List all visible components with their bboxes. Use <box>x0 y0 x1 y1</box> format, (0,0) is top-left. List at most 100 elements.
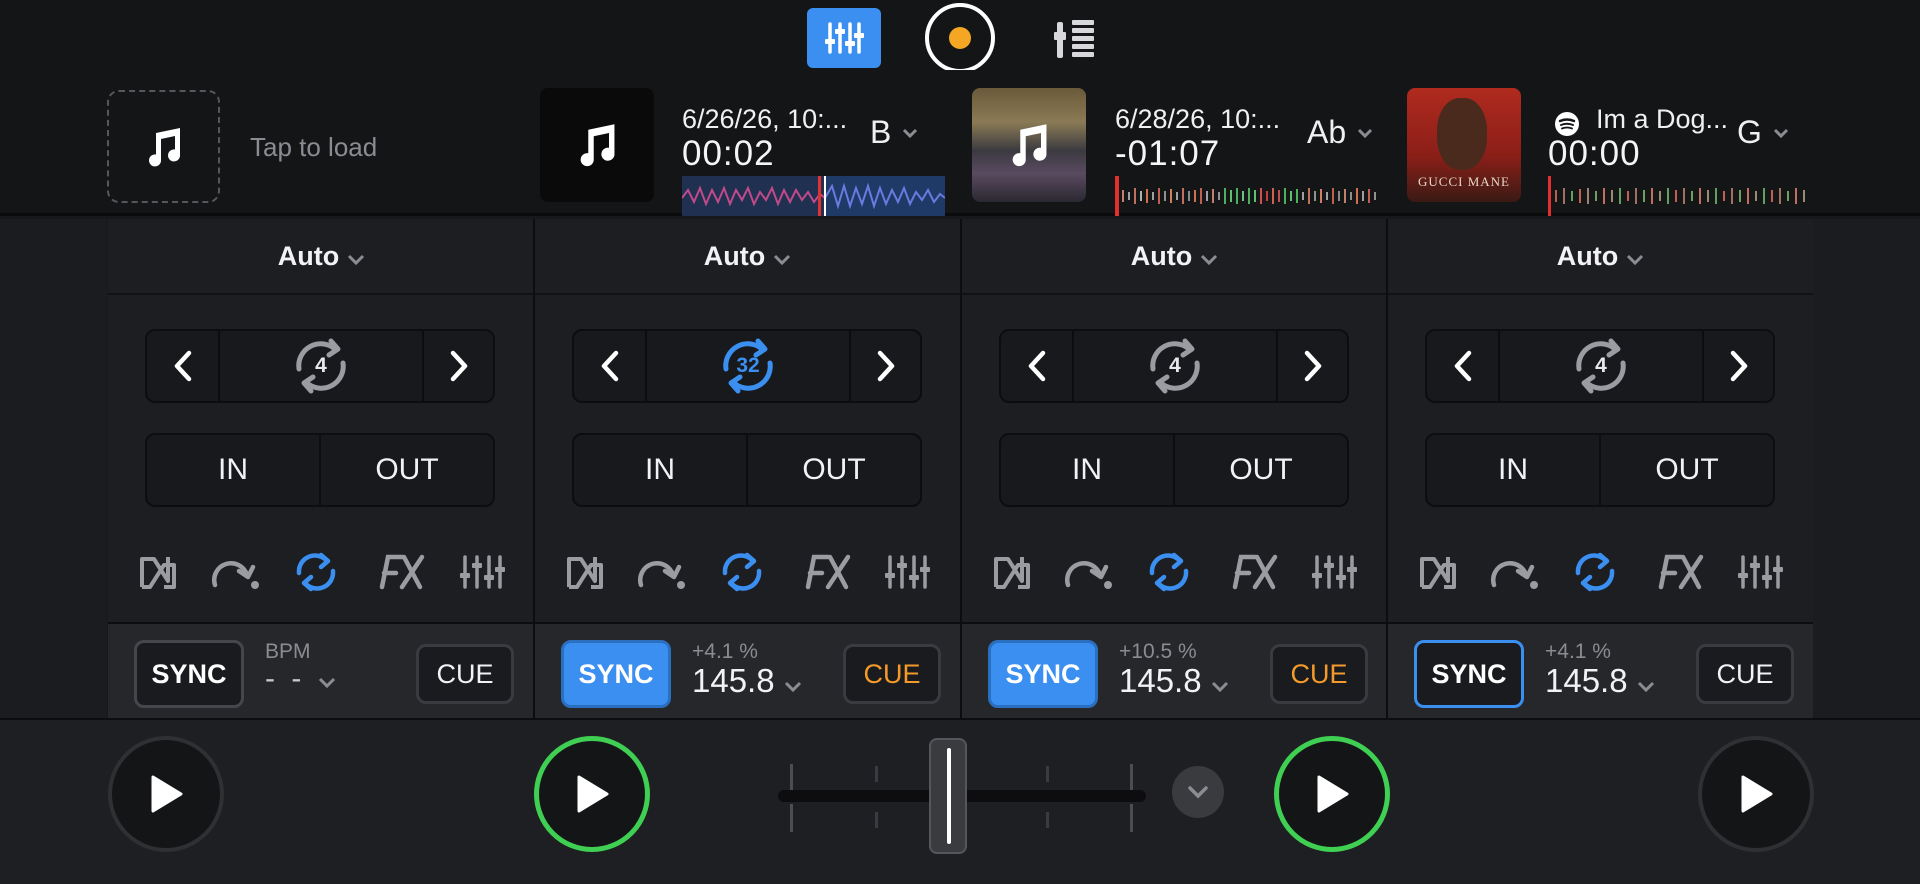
album-art[interactable] <box>540 88 654 202</box>
skip-icon[interactable] <box>637 553 687 591</box>
play-icon <box>151 775 183 813</box>
loop-toggle-button[interactable]: 32 <box>647 331 849 401</box>
cue-button[interactable]: CUE <box>843 644 941 704</box>
loop-halve-button[interactable] <box>147 331 220 401</box>
chevron-left-icon <box>1028 350 1045 382</box>
loop-out-button[interactable]: OUT <box>1601 435 1773 505</box>
tap-to-load-label[interactable]: Tap to load <box>250 132 377 163</box>
deck-header-a[interactable]: 6/26/26, 10:... 00:02 B <box>540 88 950 216</box>
neural-mix-icon[interactable] <box>992 553 1032 591</box>
bpm-value[interactable]: 145.8 <box>692 662 802 700</box>
loop-toggle-button[interactable]: 4 <box>220 331 422 401</box>
loop-toggle-button[interactable]: 4 <box>1074 331 1276 401</box>
eq-sliders-icon[interactable] <box>1311 553 1357 591</box>
mode-label: Auto <box>277 240 340 271</box>
play-button-deck-1[interactable] <box>108 736 224 852</box>
play-button-deck-2[interactable] <box>534 736 650 852</box>
play-button-deck-3[interactable] <box>1274 736 1390 852</box>
album-art[interactable] <box>972 88 1086 202</box>
crossfader-handle[interactable] <box>929 738 967 854</box>
bpm-value[interactable]: 145.8 <box>1119 662 1229 700</box>
neural-mix-icon[interactable] <box>138 553 178 591</box>
deck-sync-row: SYNC +4.1 % 145.8 CUE <box>535 622 960 718</box>
waveform[interactable] <box>1115 176 1380 216</box>
loop-halve-button[interactable] <box>1001 331 1074 401</box>
fx-icon[interactable] <box>372 553 426 591</box>
sync-button[interactable]: SYNC <box>988 640 1098 708</box>
chevron-down-icon <box>1211 681 1228 693</box>
loop-roll-icon[interactable] <box>293 551 339 593</box>
record-button[interactable] <box>923 3 997 73</box>
skip-icon[interactable] <box>1064 553 1114 591</box>
chevron-down-icon <box>1773 128 1789 138</box>
neural-mix-icon[interactable] <box>565 553 605 591</box>
sync-button[interactable]: SYNC <box>1414 640 1524 708</box>
mode-selector[interactable]: Auto <box>535 219 960 295</box>
loop-double-button[interactable] <box>849 331 920 401</box>
mixer-view-button[interactable] <box>807 8 881 68</box>
bpm-value[interactable]: 145.8 <box>1545 662 1655 700</box>
mode-selector[interactable]: Auto <box>962 219 1387 295</box>
loop-in-button[interactable]: IN <box>574 435 748 505</box>
track-time: 00:02 <box>682 134 775 173</box>
music-note-icon <box>1012 124 1047 167</box>
skip-icon[interactable] <box>211 553 261 591</box>
crossfader-options-button[interactable] <box>1172 766 1224 818</box>
fx-icon[interactable] <box>798 553 852 591</box>
loop-double-button[interactable] <box>1702 331 1773 401</box>
track-key[interactable]: G <box>1737 114 1762 151</box>
loop-in-button[interactable]: IN <box>1001 435 1175 505</box>
chevron-down-icon <box>318 677 335 689</box>
chevron-down-icon <box>774 254 791 265</box>
loop-out-button[interactable]: OUT <box>321 435 493 505</box>
deck-header-b[interactable]: 6/28/26, 10:... -01:07 Ab <box>972 88 1382 216</box>
loop-in-button[interactable]: IN <box>147 435 321 505</box>
neural-mix-icon[interactable] <box>1418 553 1458 591</box>
loop-roll-icon[interactable] <box>1572 551 1618 593</box>
loop-out-button[interactable]: OUT <box>748 435 920 505</box>
track-key[interactable]: B <box>870 114 891 151</box>
chevron-down-icon <box>348 254 365 265</box>
waveform[interactable] <box>1548 176 1813 216</box>
deck-column-2: Auto 32 IN OUT SYNC +4.1 % 145.8 CUE <box>533 219 960 718</box>
mixer-sliders-icon <box>825 22 864 54</box>
bpm-value[interactable]: - - <box>265 662 336 696</box>
cue-button[interactable]: CUE <box>416 644 514 704</box>
sync-button[interactable]: SYNC <box>561 640 671 708</box>
fx-icon[interactable] <box>1225 553 1279 591</box>
track-key[interactable]: Ab <box>1307 114 1346 151</box>
deck-header-c[interactable]: GUCCI MANE Im a Dog... 00:00 G <box>1407 88 1817 216</box>
waveform[interactable] <box>682 176 945 216</box>
loop-toggle-button[interactable]: 4 <box>1500 331 1702 401</box>
library-view-button[interactable] <box>1038 8 1112 68</box>
cue-button[interactable]: CUE <box>1270 644 1368 704</box>
eq-sliders-icon[interactable] <box>459 553 505 591</box>
fx-icon[interactable] <box>1651 553 1705 591</box>
pitch-percent: +4.1 % <box>692 640 758 663</box>
sync-button[interactable]: SYNC <box>134 640 244 708</box>
loop-roll-icon[interactable] <box>719 551 765 593</box>
mode-selector[interactable]: Auto <box>108 219 535 295</box>
chevron-down-icon <box>1188 786 1208 799</box>
loop-halve-button[interactable] <box>574 331 647 401</box>
loop-in-out: IN OUT <box>1425 433 1775 507</box>
empty-deck-slot[interactable] <box>107 90 220 203</box>
loop-double-button[interactable] <box>422 331 493 401</box>
loop-out-button[interactable]: OUT <box>1175 435 1347 505</box>
crossfader[interactable] <box>778 738 1146 854</box>
mode-selector[interactable]: Auto <box>1388 219 1813 295</box>
deck-toolbar <box>535 542 960 602</box>
loop-halve-button[interactable] <box>1427 331 1500 401</box>
play-button-deck-4[interactable] <box>1698 736 1814 852</box>
deck-sync-row: SYNC +10.5 % 145.8 CUE <box>962 622 1387 718</box>
eq-sliders-icon[interactable] <box>884 553 930 591</box>
loop-size: 4 <box>1169 354 1181 377</box>
loop-double-button[interactable] <box>1276 331 1347 401</box>
loop-roll-icon[interactable] <box>1146 551 1192 593</box>
skip-icon[interactable] <box>1490 553 1540 591</box>
loop-in-button[interactable]: IN <box>1427 435 1601 505</box>
cue-button[interactable]: CUE <box>1696 644 1794 704</box>
album-art[interactable]: GUCCI MANE <box>1407 88 1521 202</box>
eq-sliders-icon[interactable] <box>1737 553 1783 591</box>
chevron-left-icon <box>601 350 618 382</box>
